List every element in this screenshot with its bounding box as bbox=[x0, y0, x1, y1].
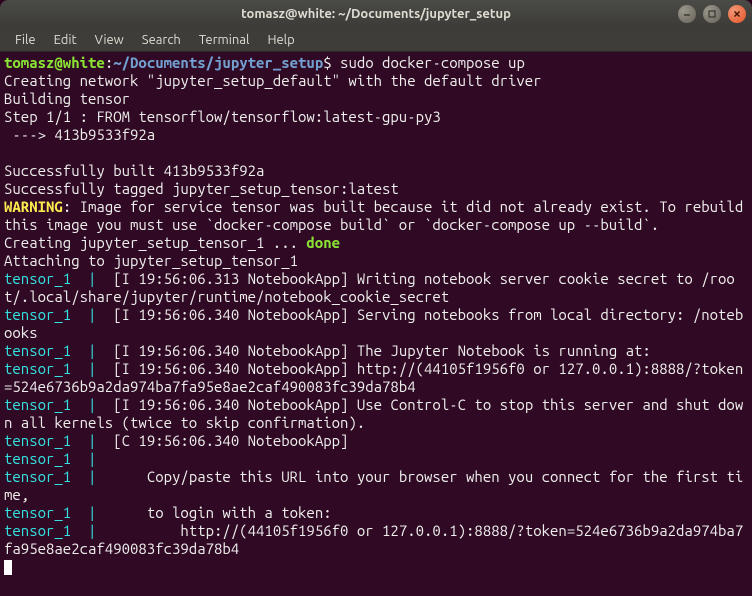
menu-file[interactable]: File bbox=[6, 30, 45, 50]
output-line: Creating network "jupyter_setup_default"… bbox=[4, 72, 542, 89]
pipe-separator: | bbox=[71, 396, 105, 413]
output-line: Building tensor bbox=[4, 90, 130, 107]
log-line bbox=[105, 450, 113, 467]
close-button[interactable] bbox=[728, 5, 746, 23]
log-line: [I 19:56:06.340 NotebookApp] The Jupyter… bbox=[105, 342, 651, 359]
pipe-separator: | bbox=[71, 468, 105, 485]
terminal-window: tomasz@white: ~/Documents/jupyter_setup … bbox=[0, 0, 752, 596]
pipe-separator: | bbox=[71, 450, 105, 467]
container-prefix: tensor_1 bbox=[4, 396, 71, 413]
container-prefix: tensor_1 bbox=[4, 504, 71, 521]
log-line: [I 19:56:06.340 NotebookApp] Serving not… bbox=[4, 306, 743, 341]
container-prefix: tensor_1 bbox=[4, 360, 71, 377]
done-text: done bbox=[306, 234, 340, 251]
output-line: Successfully built 413b9533f92a bbox=[4, 162, 264, 179]
log-line: [I 19:56:06.313 NotebookApp] Writing not… bbox=[4, 270, 735, 305]
close-icon bbox=[732, 9, 742, 19]
pipe-separator: | bbox=[71, 342, 105, 359]
prompt-dollar: $ bbox=[323, 54, 340, 71]
container-prefix: tensor_1 bbox=[4, 450, 71, 467]
menu-view[interactable]: View bbox=[86, 30, 133, 50]
pipe-separator: | bbox=[71, 504, 105, 521]
window-controls bbox=[678, 5, 746, 23]
menu-terminal[interactable]: Terminal bbox=[190, 30, 259, 50]
window-title: tomasz@white: ~/Documents/jupyter_setup bbox=[241, 7, 511, 21]
output-line: Attaching to jupyter_setup_tensor_1 bbox=[4, 252, 298, 269]
log-line: [I 19:56:06.340 NotebookApp] http://(441… bbox=[4, 360, 743, 395]
command-text: sudo docker-compose up bbox=[340, 54, 525, 71]
maximize-button[interactable] bbox=[703, 5, 721, 23]
output-line: Creating jupyter_setup_tensor_1 ... bbox=[4, 234, 306, 251]
pipe-separator: | bbox=[71, 360, 105, 377]
container-prefix: tensor_1 bbox=[4, 342, 71, 359]
container-prefix: tensor_1 bbox=[4, 306, 71, 323]
output-line: Successfully tagged jupyter_setup_tensor… bbox=[4, 180, 399, 197]
log-line: http://(44105f1956f0 or 127.0.0.1):8888/… bbox=[4, 522, 743, 557]
menu-bar: File Edit View Search Terminal Help bbox=[0, 28, 752, 52]
prompt-userhost: tomasz@white bbox=[4, 54, 105, 71]
pipe-separator: | bbox=[71, 432, 105, 449]
window-titlebar[interactable]: tomasz@white: ~/Documents/jupyter_setup bbox=[0, 0, 752, 28]
warning-text: : Image for service tensor was built bec… bbox=[4, 198, 752, 233]
pipe-separator: | bbox=[71, 306, 105, 323]
warning-label: WARNING bbox=[4, 198, 63, 215]
terminal-output[interactable]: tomasz@white:~/Documents/jupyter_setup$ … bbox=[0, 52, 752, 596]
menu-edit[interactable]: Edit bbox=[45, 30, 86, 50]
log-line: [C 19:56:06.340 NotebookApp] bbox=[105, 432, 357, 449]
pipe-separator: | bbox=[71, 270, 105, 287]
container-prefix: tensor_1 bbox=[4, 270, 71, 287]
container-prefix: tensor_1 bbox=[4, 432, 71, 449]
log-line: [I 19:56:06.340 NotebookApp] Use Control… bbox=[4, 396, 743, 431]
container-prefix: tensor_1 bbox=[4, 468, 71, 485]
container-prefix: tensor_1 bbox=[4, 522, 71, 539]
log-line: to login with a token: bbox=[105, 504, 332, 521]
minimize-button[interactable] bbox=[678, 5, 696, 23]
menu-help[interactable]: Help bbox=[258, 30, 303, 50]
output-line: Step 1/1 : FROM tensorflow/tensorflow:la… bbox=[4, 108, 441, 125]
prompt-colon: : bbox=[105, 54, 113, 71]
prompt-path: ~/Documents/jupyter_setup bbox=[113, 54, 323, 71]
output-line: ---> 413b9533f92a bbox=[4, 126, 155, 143]
pipe-separator: | bbox=[71, 522, 105, 539]
menu-search[interactable]: Search bbox=[133, 30, 190, 50]
maximize-icon bbox=[707, 9, 717, 19]
cursor bbox=[4, 560, 12, 575]
minimize-icon bbox=[682, 9, 692, 19]
log-line: Copy/paste this URL into your browser wh… bbox=[4, 468, 743, 503]
